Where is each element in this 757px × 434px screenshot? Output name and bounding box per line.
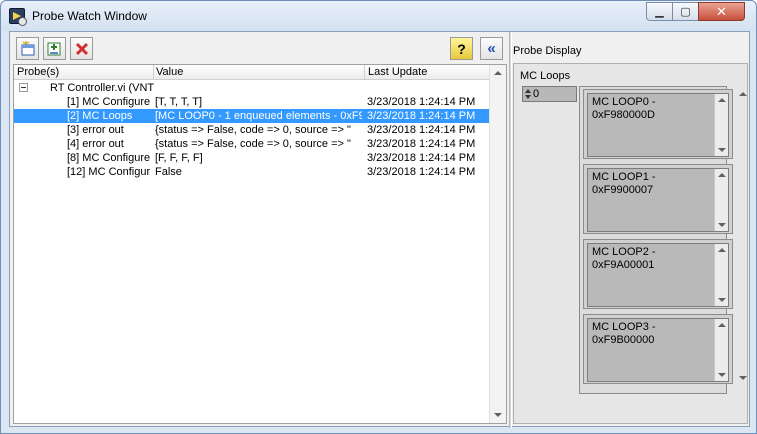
increment-icon[interactable] (525, 89, 531, 93)
close-button[interactable]: ✕ (698, 2, 745, 21)
scroll-up-icon[interactable] (739, 92, 747, 96)
element-text: MC LOOP0 - 0xF980000D (592, 96, 656, 121)
string-indicator[interactable]: MC LOOP2 - 0xF9A00001 (587, 243, 729, 307)
array-element: MC LOOP1 - 0xF9900007 (583, 164, 733, 234)
add-probe-button[interactable] (43, 37, 66, 60)
string-indicator[interactable]: MC LOOP1 - 0xF9900007 (587, 168, 729, 232)
scroll-down-icon[interactable] (494, 413, 502, 417)
title-bar[interactable]: Probe Watch Window ▁ ▢ ✕ (1, 1, 756, 31)
maximize-button[interactable]: ▢ (672, 2, 699, 21)
window-title: Probe Watch Window (32, 9, 147, 23)
value-cell: {status => False, code => 0, source => " (155, 138, 351, 150)
element-text: MC LOOP3 - 0xF9B00000 (592, 321, 656, 346)
scroll-up-icon[interactable] (718, 173, 726, 177)
pane-splitter[interactable] (509, 32, 512, 428)
col-last-update-header[interactable]: Last Update (368, 66, 427, 78)
array-element: MC LOOP3 - 0xF9B00000 (583, 314, 733, 384)
value-cell: {status => False, code => 0, source => " (155, 124, 351, 136)
probe-tree[interactable]: Probe(s) Value Last Update RT Controller… (13, 64, 507, 424)
scroll-down-icon[interactable] (718, 298, 726, 302)
probe-cell: [8] MC Configure (67, 152, 151, 164)
array-scrollbar[interactable] (738, 86, 748, 386)
value-cell: [MC LOOP0 - 1 enqueued elements - 0xF98 (155, 110, 362, 122)
array-index-control[interactable]: 0 (522, 86, 577, 102)
probe-app-icon (9, 8, 27, 26)
tree-header: Probe(s) Value Last Update (14, 65, 490, 80)
column-separator[interactable] (153, 65, 154, 80)
value-cell: False (155, 166, 182, 178)
scroll-up-icon[interactable] (494, 71, 502, 75)
scroll-down-icon[interactable] (718, 373, 726, 377)
updated-cell: 3/23/2018 1:24:14 PM (367, 110, 476, 122)
probe-cell: [4] error out (67, 138, 124, 150)
remove-probe-button[interactable] (70, 37, 93, 60)
tree-scrollbar[interactable] (489, 65, 506, 423)
col-probes-header[interactable]: Probe(s) (17, 66, 59, 78)
value-cell: [T, T, T, T] (155, 96, 203, 108)
array-label: MC Loops (520, 70, 571, 82)
table-row[interactable]: [1] MC Configure [T, T, T, T] 3/23/2018 … (14, 95, 490, 109)
element-scrollbar[interactable] (714, 319, 728, 381)
element-scrollbar[interactable] (714, 244, 728, 306)
array-elements: MC LOOP0 - 0xF980000D MC LOOP1 - 0xF9900… (579, 86, 733, 394)
probe-cell: [1] MC Configure (67, 96, 151, 108)
maximize-icon: ▢ (680, 6, 691, 18)
table-row[interactable]: [4] error out {status => False, code => … (14, 137, 490, 151)
index-spinner[interactable] (524, 87, 532, 101)
updated-cell: 3/23/2018 1:24:14 PM (367, 166, 476, 178)
array-element: MC LOOP2 - 0xF9A00001 (583, 239, 733, 309)
open-probe-icon (21, 40, 34, 55)
updated-cell: 3/23/2018 1:24:14 PM (367, 96, 476, 108)
array-element: MC LOOP0 - 0xF980000D (583, 89, 733, 159)
probe-display-panel: MC Loops 0 MC LOOP0 - 0xF980000D MC LOOP… (513, 63, 748, 424)
updated-cell: 3/23/2018 1:24:14 PM (367, 152, 476, 164)
updated-cell: 3/23/2018 1:24:14 PM (367, 138, 476, 150)
table-row[interactable]: [8] MC Configure [F, F, F, F] 3/23/2018 … (14, 151, 490, 165)
scroll-down-icon[interactable] (739, 376, 747, 380)
client-area: ? « Probe(s) Value Last Update RT Contro… (9, 31, 750, 428)
table-row[interactable]: [12] MC Configur False 3/23/2018 1:24:14… (14, 165, 490, 179)
close-icon: ✕ (716, 3, 727, 19)
add-probe-icon (47, 42, 60, 55)
help-button[interactable]: ? (450, 37, 473, 60)
probe-display-label: Probe Display (513, 45, 582, 57)
probe-watch-window: Probe Watch Window ▁ ▢ ✕ ? « Probe(s) Va… (0, 0, 757, 434)
minimize-button[interactable]: ▁ (646, 2, 673, 21)
element-text: MC LOOP1 - 0xF9900007 (592, 171, 656, 196)
probe-cell: [12] MC Configur (67, 166, 151, 178)
table-row[interactable]: [3] error out {status => False, code => … (14, 123, 490, 137)
decrement-icon[interactable] (525, 95, 531, 99)
collapse-display-button[interactable]: « (480, 37, 503, 60)
col-value-header[interactable]: Value (156, 66, 183, 78)
delete-icon (75, 42, 88, 55)
open-probe-button[interactable] (16, 37, 39, 60)
scroll-up-icon[interactable] (718, 248, 726, 252)
root-vi-label: RT Controller.vi (VNT (50, 82, 155, 94)
element-scrollbar[interactable] (714, 169, 728, 231)
table-row-selected[interactable]: [2] MC Loops [MC LOOP0 - 1 enqueued elem… (14, 109, 490, 123)
scroll-up-icon[interactable] (718, 323, 726, 327)
probe-cell: [3] error out (67, 124, 124, 136)
array-index-value[interactable]: 0 (532, 88, 539, 100)
scroll-down-icon[interactable] (718, 223, 726, 227)
scroll-down-icon[interactable] (718, 148, 726, 152)
minimize-icon: ▁ (655, 6, 664, 18)
element-scrollbar[interactable] (714, 94, 728, 156)
scroll-up-icon[interactable] (718, 98, 726, 102)
updated-cell: 3/23/2018 1:24:14 PM (367, 124, 476, 136)
probe-cell: [2] MC Loops (67, 110, 133, 122)
value-cell: [F, F, F, F] (155, 152, 203, 164)
column-separator[interactable] (364, 65, 365, 80)
string-indicator[interactable]: MC LOOP0 - 0xF980000D (587, 93, 729, 157)
tree-root-row[interactable]: RT Controller.vi (VNT (14, 81, 490, 95)
element-text: MC LOOP2 - 0xF9A00001 (592, 246, 656, 271)
string-indicator[interactable]: MC LOOP3 - 0xF9B00000 (587, 318, 729, 382)
